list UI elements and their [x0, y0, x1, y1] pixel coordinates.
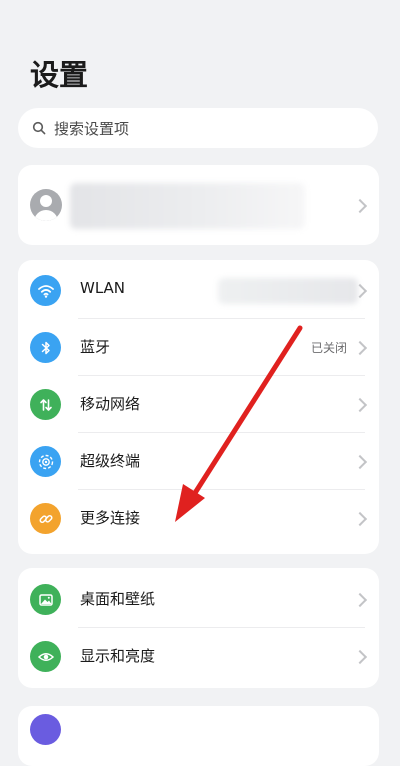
chevron-right-icon: [352, 198, 368, 214]
wallpaper-icon: [30, 584, 61, 615]
settings-item-mobile-network[interactable]: 移动网络: [18, 376, 379, 433]
settings-item-wlan[interactable]: WLAN: [18, 262, 379, 319]
settings-item-label: 移动网络: [80, 395, 141, 413]
settings-item-label: 超级终端: [80, 452, 141, 470]
chevron-right-icon: [352, 649, 368, 665]
chevron-right-icon: [352, 511, 368, 527]
connectivity-card: WLAN 蓝牙 已关闭 移动网络 超级终端 更多连接: [18, 260, 379, 554]
settings-item-wallpaper[interactable]: 桌面和壁纸: [18, 571, 379, 628]
bluetooth-icon: [30, 332, 61, 363]
chevron-right-icon: [352, 397, 368, 413]
settings-item-label: WLAN: [80, 279, 126, 297]
chevron-right-icon: [352, 340, 368, 356]
search-placeholder[interactable]: 搜索设置项: [54, 118, 129, 139]
wifi-icon: [30, 275, 61, 306]
next-section-card: [18, 706, 379, 766]
eye-icon: [30, 641, 61, 672]
page-title: 设置: [30, 58, 89, 92]
bluetooth-status: 已关闭: [310, 341, 347, 355]
settings-item-bluetooth[interactable]: 蓝牙 已关闭: [18, 319, 379, 376]
chevron-right-icon: [352, 592, 368, 608]
settings-item-label: 蓝牙: [80, 338, 111, 356]
link-icon: [30, 503, 61, 534]
chevron-right-icon: [352, 454, 368, 470]
settings-item-super-device[interactable]: 超级终端: [18, 433, 379, 490]
settings-item-more-connections[interactable]: 更多连接: [18, 490, 379, 547]
account-name-redacted: [70, 183, 305, 229]
wlan-network-redacted: [218, 278, 358, 304]
super-device-icon: [30, 446, 61, 477]
search-bar[interactable]: 搜索设置项: [18, 108, 378, 148]
search-icon: [32, 121, 46, 135]
account-card[interactable]: [18, 165, 379, 245]
settings-item-display-brightness[interactable]: 显示和亮度: [18, 628, 379, 685]
partial-item-icon: [30, 714, 61, 745]
avatar: [30, 189, 62, 221]
settings-item-label: 更多连接: [80, 509, 141, 527]
mobile-network-icon: [30, 389, 61, 420]
settings-item-label: 桌面和壁纸: [80, 590, 156, 608]
settings-item-label: 显示和亮度: [80, 647, 156, 665]
display-card: 桌面和壁纸 显示和亮度: [18, 568, 379, 688]
